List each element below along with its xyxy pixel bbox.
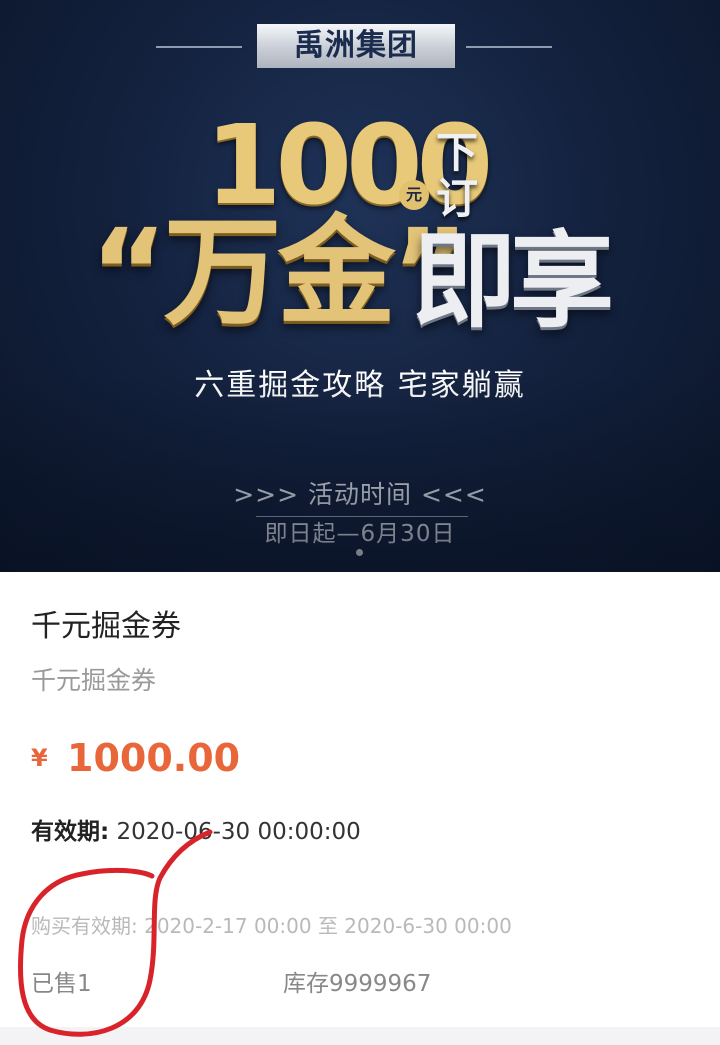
sold-count: 已售1 xyxy=(31,971,92,997)
promo-slogan: 六重掘金攻略 宅家躺赢 xyxy=(194,368,526,403)
brand-header: 禹洲集团 xyxy=(0,24,720,68)
product-title: 千元掘金券 xyxy=(31,609,181,644)
brand-divider-right xyxy=(466,46,552,48)
brand-logo: 禹洲集团 xyxy=(257,24,455,68)
section-divider xyxy=(0,1027,720,1045)
carousel-indicator-dot[interactable] xyxy=(356,549,363,556)
promo-headline-silver: 即享 xyxy=(412,220,614,342)
brand-divider-left xyxy=(156,46,242,48)
promo-banner[interactable]: 禹洲集团 1000 元 下订 “万金” 即享 六重掘金攻略 宅家躺赢 >>> 活… xyxy=(0,0,720,572)
stock-count: 库存9999967 xyxy=(283,971,432,997)
validity-row: 有效期: 2020-06-30 00:00:00 xyxy=(31,816,361,848)
product-info-panel: 千元掘金券 千元掘金券 ¥ 1000.00 有效期: 2020-06-30 00… xyxy=(0,572,720,1045)
activity-divider xyxy=(256,516,468,517)
promo-headline-gold: “万金” xyxy=(90,203,469,341)
product-subtitle: 千元掘金券 xyxy=(31,666,157,695)
validity-label: 有效期: xyxy=(31,819,110,845)
activity-label: >>> 活动时间 <<< xyxy=(233,480,487,509)
activity-period: 即日起—6月30日 xyxy=(264,521,456,547)
purchase-period: 购买有效期: 2020-2-17 00:00 至 2020-6-30 00:00 xyxy=(31,914,512,938)
currency-symbol: ¥ xyxy=(31,744,48,772)
product-price: 1000.00 xyxy=(67,736,241,780)
validity-value: 2020-06-30 00:00:00 xyxy=(116,819,361,845)
